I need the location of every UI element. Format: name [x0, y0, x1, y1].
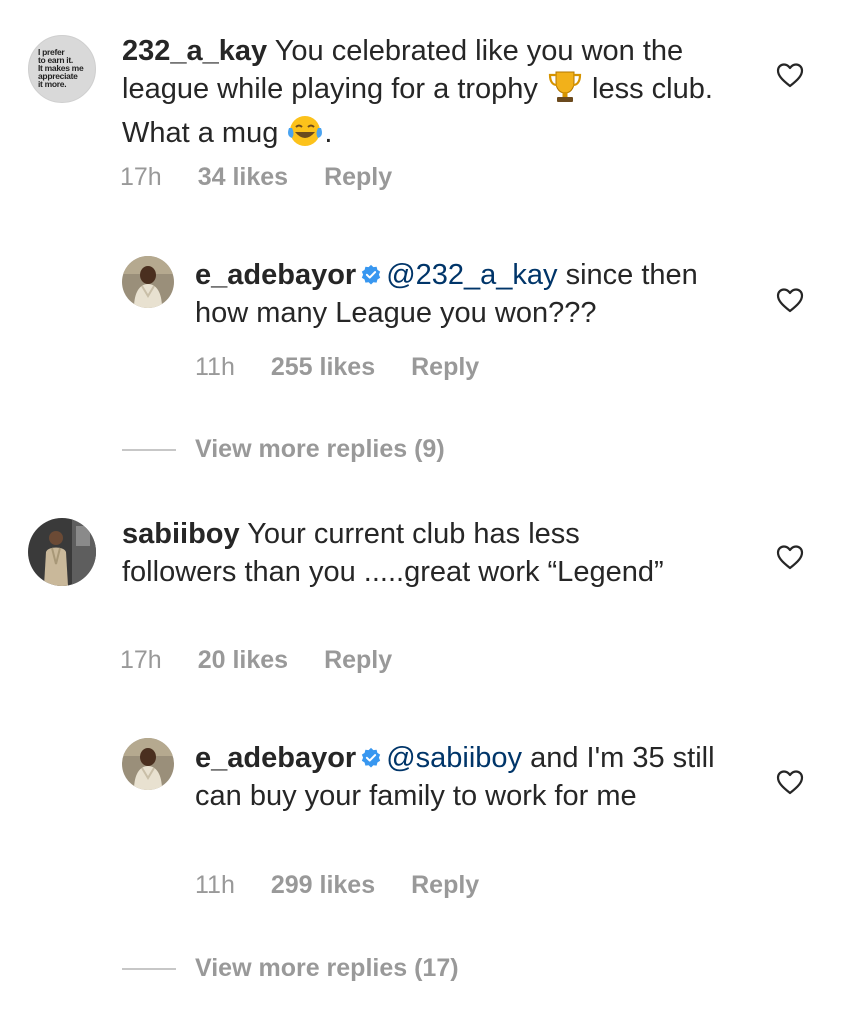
likes-count[interactable]: 255 likes [271, 352, 375, 382]
comment-text: sabiiboy Your current club has less foll… [122, 515, 682, 591]
verified-badge-icon [362, 264, 381, 285]
comment-text: e_adebayor @sabiiboy and I'm 35 still can… [195, 739, 735, 815]
likes-count[interactable]: 299 likes [271, 870, 375, 900]
trophy-emoji [546, 70, 584, 114]
view-more-replies-label: View more replies (17) [195, 954, 459, 982]
timestamp: 17h [120, 646, 162, 674]
timestamp: 17h [120, 163, 162, 191]
likes-count[interactable]: 34 likes [198, 162, 288, 192]
comment-meta: 17h 34 likes Reply [120, 162, 392, 192]
avatar[interactable] [28, 518, 96, 586]
avatar[interactable] [122, 738, 174, 790]
mention-link[interactable]: @232_a_kay [386, 259, 557, 291]
divider-line [122, 449, 176, 451]
view-more-replies-label: View more replies (9) [195, 435, 445, 463]
username[interactable]: sabiiboy [122, 518, 240, 550]
comment-text: e_adebayor @232_a_kay since then how many… [195, 256, 735, 332]
reply-button[interactable]: Reply [411, 352, 479, 382]
avatar-tagline: I prefer to earn it. It makes me appreci… [38, 47, 84, 89]
reply-button[interactable]: Reply [411, 870, 479, 900]
reply-button[interactable]: Reply [324, 645, 392, 675]
comment-meta: 11h 255 likes Reply [195, 352, 479, 382]
divider-line [122, 968, 176, 970]
username[interactable]: e_adebayor [195, 742, 356, 774]
username[interactable]: e_adebayor [195, 259, 356, 291]
heart-outline-icon[interactable] [776, 287, 804, 313]
heart-outline-icon[interactable] [776, 544, 804, 570]
verified-badge-icon [362, 747, 381, 768]
heart-outline-icon[interactable] [776, 62, 804, 88]
likes-count[interactable]: 20 likes [198, 645, 288, 675]
heart-outline-icon[interactable] [776, 769, 804, 795]
comment-text: 232_a_kay You celebrated like you won th… [122, 32, 722, 158]
comment-body-end: . [324, 117, 333, 149]
tears-of-joy-emoji [286, 114, 324, 158]
comment-meta: 11h 299 likes Reply [195, 870, 479, 900]
avatar[interactable] [122, 256, 174, 308]
username[interactable]: 232_a_kay [122, 35, 267, 67]
timestamp: 11h [195, 871, 235, 899]
timestamp: 11h [195, 353, 235, 381]
reply-button[interactable]: Reply [324, 162, 392, 192]
comment-meta: 17h 20 likes Reply [120, 645, 392, 675]
avatar[interactable]: I prefer to earn it. It makes me appreci… [28, 35, 96, 103]
mention-link[interactable]: @sabiiboy [386, 742, 522, 774]
